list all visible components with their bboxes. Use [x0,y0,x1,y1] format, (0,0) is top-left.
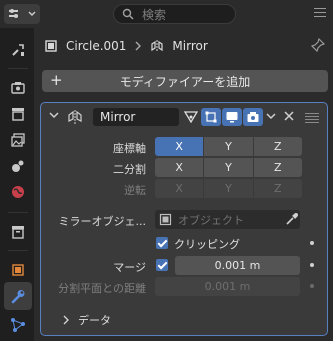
tool-tab[interactable] [4,36,32,64]
flip-label: 逆転 [124,184,146,197]
chevron-down-icon[interactable] [266,113,276,121]
animate-property-dot[interactable] [310,241,314,245]
editor-type-button[interactable] [4,4,40,24]
breadcrumb-object-name: Circle.001 [66,39,127,53]
world-icon [12,186,24,198]
wrench-icon [11,290,25,304]
particles-icon [11,318,25,332]
chevron-right-icon [135,41,142,51]
scene-tab[interactable] [4,152,32,180]
axis-label: 座標軸 [113,142,146,155]
flip-x-button: X [155,179,204,198]
edit-mode-toggle[interactable] [201,108,221,126]
flip-row: 逆転 X Y Z [41,179,327,198]
object-icon [12,264,24,276]
monitor-icon [226,112,238,123]
modifier-header: Mirror [41,103,327,129]
axis-z-button[interactable]: Z [253,137,302,156]
mirror-modifier-icon [68,110,82,124]
merge-label: マージ [113,261,146,274]
bisect-y-button[interactable]: Y [204,158,253,177]
merge-checkbox[interactable] [156,259,168,271]
properties-editor-icon [9,9,18,18]
breadcrumb-modifier-name: Mirror [172,39,208,53]
divider [8,250,28,251]
mirror-object-placeholder: オブジェクト [178,213,244,227]
animate-property-dot [310,284,314,288]
on-cage-icon [184,111,198,124]
mirror-object-field[interactable]: オブジェクト [155,210,300,229]
axis-x-button[interactable]: X [155,137,204,156]
clipping-checkbox[interactable] [156,237,168,249]
data-subpanel-header[interactable]: データ [63,312,111,328]
bisect-distance-row: 分割平面との距離 0.001 m [41,277,327,296]
world-tab[interactable] [4,178,32,206]
clipping-label: クリッピング [174,238,240,251]
search-placeholder: 検索 [142,7,167,22]
tool-icon [12,44,24,56]
flip-buttons: X Y Z [155,179,302,198]
mirror-modifier-icon [151,40,164,52]
axis-row: 座標軸 X Y Z [41,137,327,156]
search-input[interactable]: 検索 [113,4,236,24]
render-tab[interactable] [4,74,32,102]
scene-icon [12,160,24,172]
properties-tabs [0,28,34,341]
collection-icon [12,226,24,239]
divider [8,212,28,213]
bisect-row: 二分割 X Y Z [41,158,327,177]
merge-distance-field[interactable]: 0.001 m [175,256,300,275]
on-cage-toggle[interactable] [181,108,201,126]
breadcrumb: Circle.001 Mirror [34,28,333,64]
bisect-buttons: X Y Z [155,158,302,177]
chevron-right-icon [63,315,69,325]
object-icon [159,213,172,226]
render-toggle[interactable] [243,108,263,126]
bisect-label: 二分割 [113,163,146,176]
clipping-row: クリッピング [41,234,327,253]
collection-tab[interactable] [4,218,32,246]
editor-header: 検索 [0,0,333,28]
axis-buttons: X Y Z [155,137,302,156]
axis-y-button[interactable]: Y [204,137,253,156]
add-modifier-button[interactable]: + モディファイアーを追加 [42,70,328,92]
animate-property-dot[interactable] [310,263,314,267]
drag-handle[interactable] [305,113,319,123]
search-icon [122,8,134,20]
mirror-object-row: ミラーオブジェ... オブジェクト [41,210,327,229]
bisect-x-button[interactable]: X [155,158,204,177]
particles-tab[interactable] [4,311,32,339]
plus-icon: + [50,71,63,89]
output-tab[interactable] [4,100,32,128]
modifier-tab[interactable] [4,282,32,310]
view-layer-tab[interactable] [4,126,32,154]
object-tab[interactable] [4,256,32,284]
output-icon [12,108,24,121]
pin-icon[interactable] [311,38,325,52]
properties-main: Circle.001 Mirror + モディファイアーを追加 Mirror 座… [34,28,333,341]
mirror-object-label: ミラーオブジェ... [58,215,147,228]
menu-icon[interactable] [314,8,326,20]
mirror-modifier-panel: Mirror 座標軸 X Y Z 二分割 X Y Z 逆転 X Y Z ミラーオ… [40,102,328,336]
close-icon[interactable] [284,111,294,121]
eyedropper-icon[interactable] [285,212,299,226]
realtime-toggle[interactable] [222,108,242,126]
collapse-chevron-icon[interactable] [49,112,59,120]
merge-row: マージ 0.001 m [41,256,327,275]
view-layer-icon [11,133,25,147]
camera-icon [247,112,259,122]
chevron-down-icon [28,11,36,16]
render-icon [11,82,25,94]
edit-mode-icon [205,111,217,123]
bisect-z-button[interactable]: Z [253,158,302,177]
bisect-distance-label: 分割平面との距離 [58,282,146,295]
flip-z-button: Z [253,179,302,198]
object-icon [45,40,57,52]
bisect-distance-field: 0.001 m [155,277,300,296]
add-modifier-label: モディファイアーを追加 [119,74,251,89]
flip-y-button: Y [204,179,253,198]
data-subpanel-label: データ [78,314,111,327]
modifier-name-field[interactable]: Mirror [93,108,179,126]
divider [8,68,28,69]
